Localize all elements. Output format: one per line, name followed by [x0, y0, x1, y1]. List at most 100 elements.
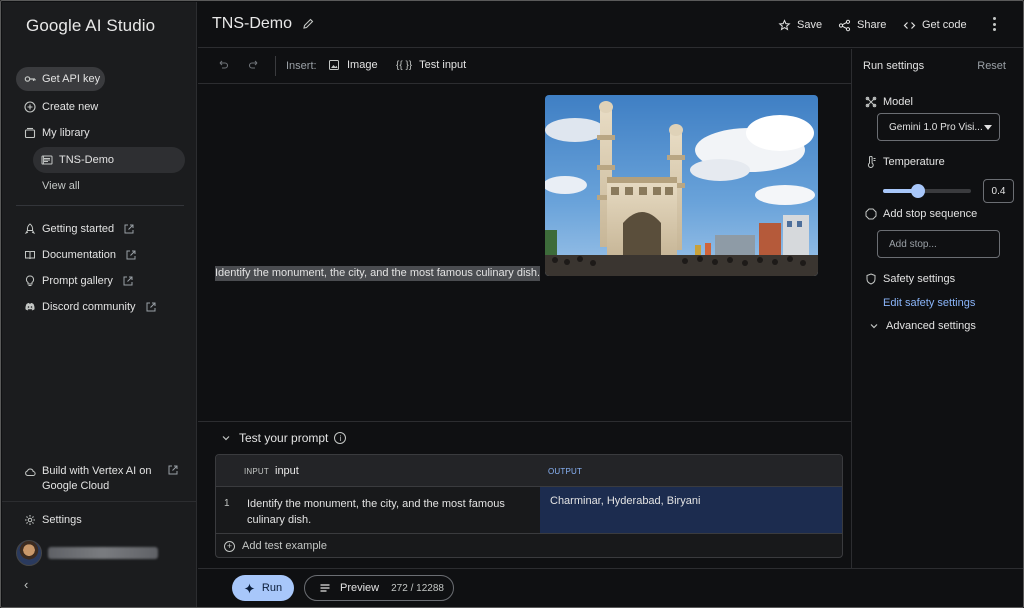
reset-button[interactable]: Reset [977, 60, 1006, 72]
sidebar-divider [16, 205, 184, 206]
save-button[interactable]: Save [778, 16, 822, 34]
safety-settings-label: Safety settings [865, 273, 955, 285]
getting-started-label: Getting started [42, 223, 115, 235]
add-test-example-label: Add test example [242, 540, 327, 552]
documentation-link[interactable]: Documentation [16, 243, 136, 267]
chevron-down-icon [869, 321, 879, 331]
prompt-toolbar: Insert: Image {{ }} Test input [198, 49, 851, 84]
sidebar-bottom-divider [2, 501, 197, 502]
add-circle-icon [24, 101, 36, 113]
gear-icon [24, 514, 36, 526]
test-examples-table: INPUT input OUTPUT 1 Identify the monume… [215, 454, 843, 558]
brand-title[interactable]: Google AI Studio [26, 16, 155, 36]
undo-icon[interactable] [217, 59, 229, 71]
my-library-label: My library [42, 127, 90, 139]
preview-button[interactable]: Preview 272 / 12288 [304, 575, 454, 601]
test-output-cell[interactable]: Charminar, Hyderabad, Biryani [540, 487, 842, 533]
user-account[interactable] [16, 540, 158, 566]
share-button[interactable]: Share [838, 16, 886, 34]
insert-label: Insert: [286, 60, 317, 72]
settings-button[interactable]: Settings [16, 508, 82, 532]
add-test-example-button[interactable]: + Add test example [224, 540, 327, 552]
table-footer: + Add test example [216, 533, 842, 557]
more-options-icon[interactable] [992, 17, 996, 31]
run-button[interactable]: Run [232, 575, 294, 601]
menu-lines-icon [319, 582, 331, 594]
prompt-icon [41, 154, 53, 166]
test-prompt-toggle[interactable]: Test your prompt i [221, 431, 347, 445]
row-number: 1 [224, 498, 230, 509]
prompt-text[interactable]: Identify the monument, the city, and the… [215, 266, 541, 281]
key-icon [24, 73, 36, 85]
safety-settings-label-text: Safety settings [883, 273, 956, 285]
prompt-editor[interactable]: Identify the monument, the city, and the… [198, 85, 851, 421]
create-new-button[interactable]: Create new [16, 95, 98, 119]
external-link-icon [126, 250, 136, 260]
library-item-label: TNS-Demo [59, 154, 115, 166]
my-library-button[interactable]: My library [16, 121, 90, 145]
advanced-settings-toggle[interactable]: Advanced settings [869, 320, 976, 332]
prompt-gallery-label: Prompt gallery [42, 275, 113, 287]
getting-started-link[interactable]: Getting started [16, 217, 134, 241]
share-icon [838, 19, 851, 32]
chevron-left-icon[interactable]: ‹ [24, 577, 28, 592]
prompt-image-charminar[interactable] [545, 95, 818, 276]
discord-community-label: Discord community [42, 301, 136, 313]
view-all-link[interactable]: View all [42, 180, 80, 192]
prompt-gallery-link[interactable]: Prompt gallery [16, 269, 133, 293]
library-item-tns-demo[interactable]: TNS-Demo [33, 147, 185, 173]
caret-down-icon [984, 125, 992, 130]
toolbar-divider [275, 56, 276, 76]
save-icon [778, 18, 791, 32]
rocket-icon [24, 223, 36, 235]
get-api-key-label: Get API key [42, 73, 101, 85]
temperature-value-input[interactable]: 0.4 [983, 179, 1014, 203]
get-api-key-button[interactable]: Get API key [16, 67, 105, 91]
insert-image-button[interactable]: Image [328, 59, 378, 71]
bottom-action-bar: Run Preview 272 / 12288 [198, 568, 1023, 607]
create-new-label: Create new [42, 101, 99, 113]
share-label: Share [857, 19, 887, 31]
slider-thumb[interactable] [911, 184, 926, 198]
stop-sequence-input[interactable]: Add stop... [877, 230, 1000, 258]
top-header: TNS-Demo Save Share Get code [198, 2, 1023, 48]
input-column-name[interactable]: input [275, 465, 299, 477]
insert-test-input-button[interactable]: {{ }} Test input [396, 59, 466, 71]
edit-safety-settings-link[interactable]: Edit safety settings [883, 297, 975, 309]
code-icon [903, 19, 916, 32]
sidebar: Google AI Studio Get API key Create new … [2, 2, 197, 607]
book-icon [24, 249, 36, 261]
avatar[interactable] [16, 540, 42, 566]
settings-label: Settings [42, 514, 82, 526]
table-header: INPUT input OUTPUT [216, 455, 842, 487]
lightbulb-icon [24, 275, 36, 287]
external-link-icon [146, 302, 156, 312]
model-dropdown[interactable]: Gemini 1.0 Pro Visi... [877, 113, 1000, 141]
temperature-label-text: Temperature [883, 156, 945, 168]
test-section-divider [198, 421, 851, 422]
run-settings-title: Run settings [863, 60, 925, 72]
advanced-settings-label: Advanced settings [886, 320, 976, 332]
test-input-cell[interactable]: Identify the monument, the city, and the… [247, 496, 537, 528]
sparkle-icon [244, 583, 255, 594]
model-value: Gemini 1.0 Pro Visi... [889, 121, 983, 133]
insert-test-input-label: Test input [419, 59, 467, 71]
curly-braces-icon: {{ }} [396, 59, 413, 71]
chevron-down-icon [221, 433, 231, 443]
external-link-icon [168, 465, 178, 475]
redo-icon[interactable] [248, 59, 260, 71]
temperature-slider[interactable] [883, 184, 971, 198]
thermometer-icon [865, 156, 877, 168]
vertex-ai-link[interactable]: Build with Vertex AI on Google Cloud [24, 464, 184, 494]
documentation-label: Documentation [42, 249, 116, 261]
info-icon[interactable]: i [334, 432, 347, 444]
app-window: Google AI Studio Get API key Create new … [0, 0, 1024, 608]
get-code-button[interactable]: Get code [903, 16, 967, 34]
pencil-icon[interactable] [302, 18, 314, 30]
model-label: Model [865, 96, 913, 108]
prompt-title-text[interactable]: TNS-Demo [212, 15, 292, 33]
discord-community-link[interactable]: Discord community [16, 295, 156, 319]
cloud-icon [24, 466, 36, 478]
insert-image-label: Image [347, 59, 378, 71]
redacted-user-name [48, 547, 158, 559]
